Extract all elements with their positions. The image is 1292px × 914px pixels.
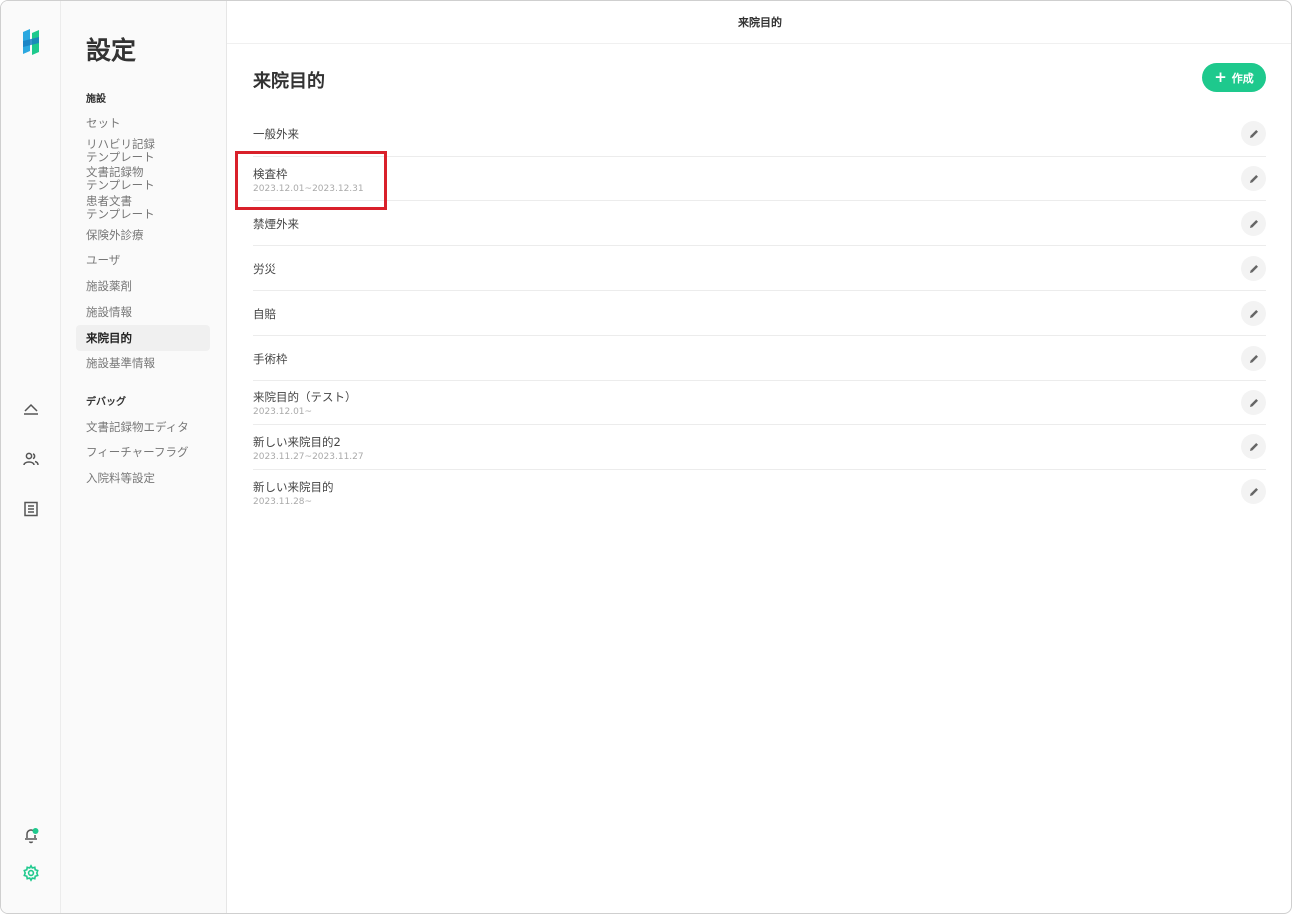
pencil-icon[interactable]	[1241, 301, 1266, 326]
nav-item-set[interactable]: セット	[76, 115, 210, 132]
nav-item-users[interactable]: ユーザ	[76, 252, 210, 269]
nav-item-facility-drugs[interactable]: 施設薬剤	[76, 278, 210, 295]
page-title: 来院目的	[253, 71, 325, 92]
item-name: 新しい来院目的	[253, 480, 334, 494]
list-item[interactable]: 一般外来	[253, 111, 1266, 157]
main-content: 来院目的 来院目的 + 作成 一般外来 検査枠 2023.12.01~2023.…	[227, 1, 1291, 913]
icon-rail	[1, 1, 61, 913]
settings-sidebar: 設定 施設 セット リハビリ記録 テンプレート 文書記録物 テンプレート 患者文…	[61, 1, 227, 913]
create-button-label: 作成	[1231, 71, 1254, 85]
nav-item-feature-flags[interactable]: フィーチャーフラグ	[76, 444, 210, 461]
item-name: 自賠	[253, 307, 276, 321]
item-period: 2023.11.27~2023.11.27	[253, 452, 364, 462]
item-name: 一般外来	[253, 127, 299, 141]
item-name: 手術枠	[253, 352, 288, 366]
nav-item-document-editor[interactable]: 文書記録物エディタ	[76, 419, 210, 436]
topbar-title: 来院目的	[227, 1, 1291, 44]
nav-item-document-template[interactable]: 文書記録物 テンプレート	[76, 166, 210, 192]
gear-icon[interactable]	[19, 861, 43, 885]
list-icon[interactable]	[19, 497, 43, 521]
pencil-icon[interactable]	[1241, 166, 1266, 191]
nav-item-rehab-template[interactable]: リハビリ記録 テンプレート	[76, 138, 210, 164]
nav-item-facility-info[interactable]: 施設情報	[76, 304, 210, 321]
plus-icon: +	[1214, 68, 1227, 86]
pencil-icon[interactable]	[1241, 211, 1266, 236]
bell-icon[interactable]	[19, 823, 43, 847]
tray-icon[interactable]	[19, 397, 43, 421]
list-item[interactable]: 新しい来院目的2 2023.11.27~2023.11.27	[253, 425, 1266, 470]
item-name: 禁煙外来	[253, 217, 299, 231]
create-button[interactable]: + 作成	[1202, 63, 1266, 92]
list-item[interactable]: 新しい来院目的 2023.11.28~	[253, 470, 1266, 514]
pencil-icon[interactable]	[1241, 121, 1266, 146]
list-item[interactable]: 検査枠 2023.12.01~2023.12.31	[253, 157, 1266, 201]
nav-item-facility-standards[interactable]: 施設基準情報	[76, 355, 210, 372]
item-name: 新しい来院目的2	[253, 435, 341, 449]
nav-item-non-insurance[interactable]: 保険外診療	[76, 227, 210, 244]
item-name: 労災	[253, 262, 276, 276]
list-item[interactable]: 禁煙外来	[253, 201, 1266, 246]
nav-section-debug: デバッグ	[86, 397, 126, 408]
list-item[interactable]: 労災	[253, 246, 1266, 291]
list-item[interactable]: 来院目的（テスト） 2023.12.01~	[253, 381, 1266, 425]
app-window: 設定 施設 セット リハビリ記録 テンプレート 文書記録物 テンプレート 患者文…	[0, 0, 1292, 914]
nav-item-admission-fee[interactable]: 入院料等設定	[76, 470, 210, 487]
logo-icon[interactable]	[21, 29, 41, 55]
pencil-icon[interactable]	[1241, 390, 1266, 415]
pencil-icon[interactable]	[1241, 346, 1266, 371]
visit-purpose-list: 一般外来 検査枠 2023.12.01~2023.12.31 禁煙外来 労災 自…	[253, 111, 1266, 514]
pencil-icon[interactable]	[1241, 256, 1266, 281]
item-period: 2023.12.01~	[253, 407, 313, 417]
nav-item-visit-purpose[interactable]: 来院目的	[76, 325, 210, 351]
item-name: 検査枠	[253, 167, 288, 181]
pencil-icon[interactable]	[1241, 434, 1266, 459]
list-item[interactable]: 手術枠	[253, 336, 1266, 381]
nav-item-patient-doc-template[interactable]: 患者文書 テンプレート	[76, 195, 210, 221]
nav-section-facility: 施設	[86, 94, 106, 105]
item-period: 2023.12.01~2023.12.31	[253, 184, 364, 194]
users-icon[interactable]	[19, 447, 43, 471]
item-period: 2023.11.28~	[253, 497, 313, 507]
settings-title: 設定	[86, 36, 137, 65]
pencil-icon[interactable]	[1241, 479, 1266, 504]
item-name: 来院目的（テスト）	[253, 390, 357, 404]
list-item[interactable]: 自賠	[253, 291, 1266, 336]
